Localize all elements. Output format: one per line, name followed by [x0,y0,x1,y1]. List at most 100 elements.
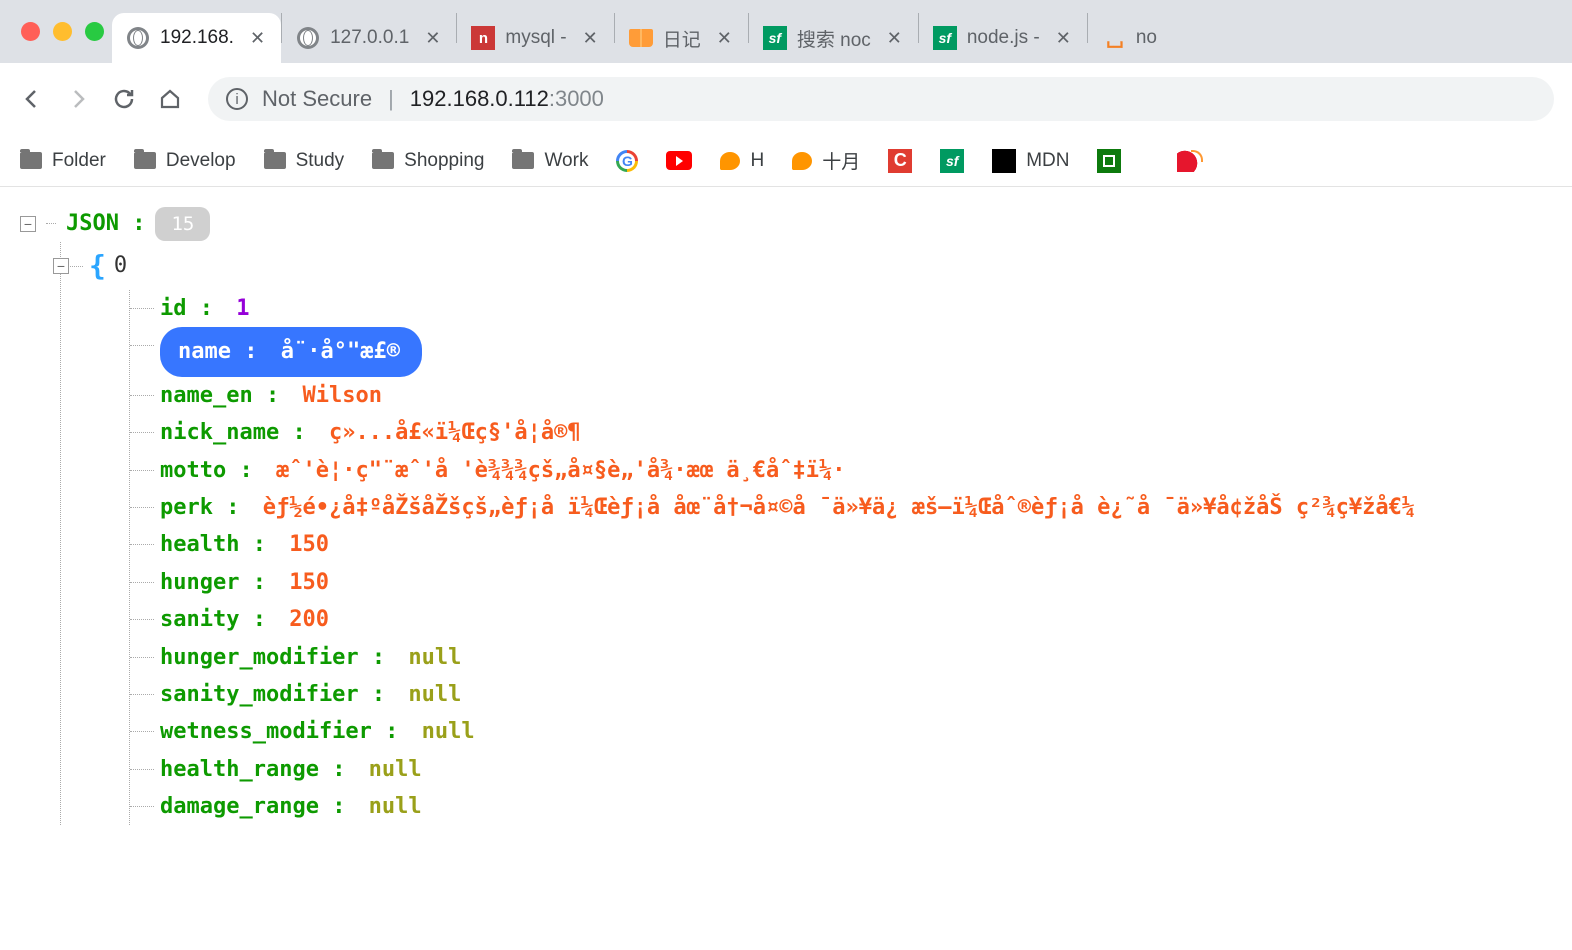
root-label: JSON : [66,205,145,242]
tab-strip: 192.168.✕127.0.0.1✕nmysql - ✕日记✕sf搜索 noc… [0,0,1572,63]
folder-icon [372,152,394,169]
json-property-row[interactable]: sanity : 200 [130,601,1552,638]
bookmark-item[interactable]: Folder [20,150,106,172]
bookmark-item[interactable] [1177,150,1203,172]
colon: : [332,757,345,782]
property-value: null [408,719,474,744]
property-value: ç»...å£«ï¼Œç§'å¦å®¶ [316,420,581,445]
open-brace-icon: { [89,242,106,290]
tab-title: 搜索 noc [797,25,871,52]
json-property-row[interactable]: hunger_modifier : null [130,639,1552,676]
browser-tab[interactable]: 192.168.✕ [112,13,281,63]
close-tab-icon[interactable]: ✕ [1056,28,1071,49]
back-button[interactable] [18,85,46,113]
browser-tab[interactable]: 日记 ✕ [615,13,748,63]
bookmark-item[interactable]: sf [940,149,964,173]
json-property-row[interactable]: sanity_modifier : null [130,676,1552,713]
colon: : [292,420,305,445]
bookmark-item[interactable]: C [888,149,912,173]
close-tab-icon[interactable]: ✕ [887,28,902,49]
property-key: sanity_modifier [160,682,372,707]
bookmark-label: Study [296,150,345,172]
folder-icon [134,152,156,169]
close-tab-icon[interactable]: ✕ [717,28,732,49]
close-window-button[interactable] [21,22,40,41]
bookmark-item[interactable]: Shopping [372,150,484,172]
json-property-row[interactable]: name_en : Wilson [130,377,1552,414]
browser-tab[interactable]: 127.0.0.1 ✕ [282,13,456,63]
property-key: hunger_modifier [160,645,372,670]
browser-tab[interactable]: nmysql - ✕ [457,13,613,63]
site-info-icon[interactable]: i [226,88,248,110]
property-value: 150 [276,570,329,595]
browser-chrome: 192.168.✕127.0.0.1✕nmysql - ✕日记✕sf搜索 noc… [0,0,1572,187]
blob-icon [720,152,740,170]
weibo-icon [1177,150,1203,172]
bookmark-item[interactable] [666,151,692,170]
bookmark-item[interactable] [1097,149,1121,173]
url-display: 192.168.0.112:3000 [410,86,604,112]
colon: : [372,682,385,707]
close-tab-icon[interactable]: ✕ [250,28,265,49]
json-property-row[interactable]: health_range : null [130,751,1552,788]
forward-button[interactable] [64,85,92,113]
property-key: hunger [160,570,253,595]
json-property-row[interactable]: perk : èƒ½é•¿å‡ºåŽšåŽšçš„èƒ¡å ï¼Œèƒ¡å åœ… [130,489,1552,526]
colon: : [253,570,266,595]
json-property-row[interactable]: motto : æˆ'è¦·ç"¨æˆ'å 'è¾¾¾çš„å¤§è„'å¾·æ… [130,452,1552,489]
tab-title: mysql - [505,27,566,49]
array-item-row[interactable]: − { 0 [61,242,1552,290]
colon: : [244,339,257,364]
array-index: 0 [114,247,127,284]
browser-tab[interactable]: no [1088,13,1173,63]
tab-title: 日记 [663,25,701,52]
bookmark-item[interactable]: Develop [134,150,236,172]
json-property-row[interactable]: name : å¨·å°"æ£® [130,327,1552,376]
bookmark-item[interactable]: Work [512,150,588,172]
google-icon [616,150,638,172]
folder-icon [264,152,286,169]
toolbar: i Not Secure | 192.168.0.112:3000 [0,63,1572,135]
sf-icon: sf [940,149,964,173]
minimize-window-button[interactable] [53,22,72,41]
close-tab-icon[interactable]: ✕ [425,28,440,49]
json-property-row[interactable]: damage_range : null [130,788,1552,825]
reload-button[interactable] [110,85,138,113]
folder-icon [512,152,534,169]
maximize-window-button[interactable] [85,22,104,41]
property-value: å¨·å°"æ£® [267,339,399,364]
bookmark-label: Folder [52,150,106,172]
home-button[interactable] [156,85,184,113]
collapse-icon[interactable]: − [53,258,69,274]
json-property-row[interactable]: health : 150 [130,526,1552,563]
json-property-row[interactable]: id : 1 [130,290,1552,327]
property-key: name [178,339,244,364]
bookmark-label: 十月 [822,147,860,174]
bookmark-item[interactable]: Study [264,150,345,172]
json-property-row[interactable]: hunger : 150 [130,564,1552,601]
bookmarks-bar: Folder Develop Study Shopping Work H 十月 Csf MDN [0,135,1572,187]
book-favicon-icon [629,26,653,50]
json-property-row[interactable]: nick_name : ç»...å£«ï¼Œç§'å¦å®¶ [130,414,1552,451]
bookmark-item[interactable]: H [720,150,764,172]
property-value: Wilson [289,383,382,408]
property-key: damage_range [160,794,332,819]
address-bar[interactable]: i Not Secure | 192.168.0.112:3000 [208,77,1554,121]
collapse-icon[interactable]: − [20,216,36,232]
property-value: 1 [223,296,250,321]
browser-tab[interactable]: sfnode.js -✕ [919,13,1087,63]
bookmark-item[interactable] [616,150,638,172]
youtube-icon [666,151,692,170]
property-value: null [395,682,461,707]
bookmark-item[interactable]: 十月 [792,147,860,174]
tab-title: 127.0.0.1 [330,27,409,49]
json-root-row[interactable]: − JSON : 15 [20,205,1552,242]
property-key: health_range [160,757,332,782]
bookmark-item[interactable]: MDN [992,149,1069,173]
security-status: Not Secure [262,86,372,112]
browser-tab[interactable]: sf搜索 noc✕ [749,13,918,63]
json-property-row[interactable]: wetness_modifier : null [130,713,1552,750]
close-tab-icon[interactable]: ✕ [583,28,598,49]
bookmark-label: MDN [1026,150,1069,172]
property-key: id [160,296,200,321]
